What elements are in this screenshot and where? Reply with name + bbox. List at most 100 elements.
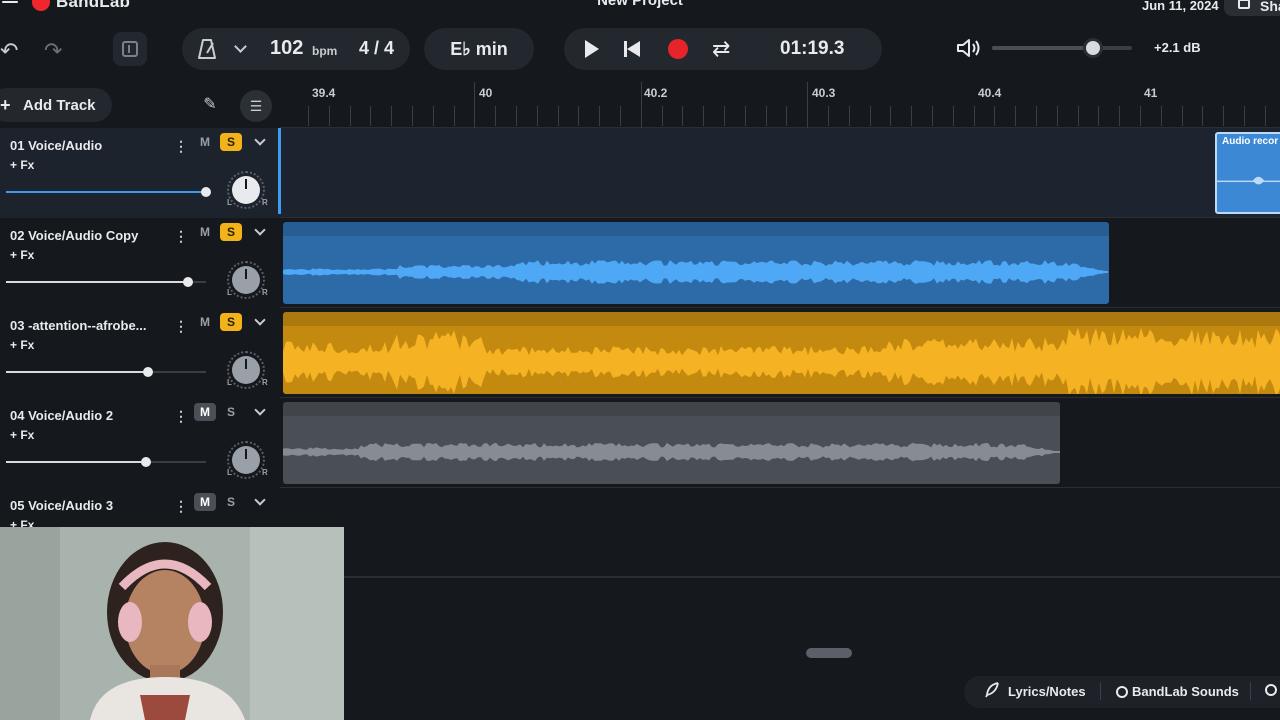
solo-button[interactable]: S (220, 133, 242, 151)
master-volume-thumb[interactable] (1082, 38, 1103, 58)
time-display: 01:19.3 (780, 38, 845, 59)
solo-button[interactable]: S (220, 313, 242, 331)
track-expand-chevron-icon[interactable] (254, 494, 266, 506)
track-expand-chevron-icon[interactable] (254, 224, 266, 236)
metronome-chevron-down-icon[interactable] (234, 40, 247, 53)
track-name[interactable]: 04 Voice/Audio 2 (10, 408, 168, 423)
project-date: Jun 11, 2024 (1142, 0, 1219, 13)
track-options-icon[interactable]: ⋮ (174, 498, 188, 515)
track-volume-slider[interactable] (6, 187, 211, 197)
bandlab-sounds-button[interactable]: BandLab Sounds (1132, 684, 1239, 699)
bpm-value[interactable]: 102 (270, 37, 303, 60)
ruler-tick (1202, 106, 1203, 126)
share-button[interactable]: Share (1224, 0, 1280, 16)
record-button[interactable] (668, 39, 688, 59)
track-expand-chevron-icon[interactable] (254, 314, 266, 326)
play-icon[interactable] (585, 40, 599, 58)
search-icon[interactable] (1265, 684, 1277, 696)
track-lane[interactable] (280, 398, 1280, 488)
mute-button[interactable]: M (194, 313, 216, 331)
mute-button[interactable]: M (194, 133, 216, 151)
track-volume-thumb[interactable] (143, 367, 153, 377)
mixer-icon[interactable]: ☰ (240, 90, 272, 122)
track-name[interactable]: 01 Voice/Audio (10, 138, 168, 153)
view-toggle-button[interactable] (113, 32, 147, 66)
solo-button[interactable]: S (220, 403, 242, 421)
solo-button[interactable]: S (220, 493, 242, 511)
track-volume-thumb[interactable] (201, 187, 211, 197)
track-name[interactable]: 03 -attention--afrobe... (10, 318, 168, 333)
solo-button[interactable]: S (220, 223, 242, 241)
horizontal-scrollbar[interactable] (806, 648, 852, 658)
key-selector[interactable]: E♭ min (424, 28, 534, 70)
pan-left-label: L (227, 288, 232, 297)
track-name[interactable]: 05 Voice/Audio 3 (10, 498, 168, 513)
automation-icon[interactable]: ✎ (196, 91, 224, 119)
project-title[interactable]: New Project (0, 0, 1280, 9)
track-options-icon[interactable]: ⋮ (174, 408, 188, 425)
track-header[interactable]: 04 Voice/Audio 2 ⋮ M S + Fx L R (0, 398, 280, 488)
timeline-ruler[interactable]: 39.4 40 40.2 40.3 40.4 41 (280, 82, 1280, 128)
ruler-tick (786, 106, 787, 126)
track-volume-slider[interactable] (6, 367, 206, 377)
ruler-label: 40.4 (978, 86, 1002, 100)
redo-icon[interactable]: ↷ (44, 38, 62, 64)
ruler-tick (807, 82, 808, 128)
track-volume-slider[interactable] (6, 457, 206, 467)
ruler-tick (433, 106, 434, 126)
track-header[interactable]: 02 Voice/Audio Copy ⋮ M S + Fx L R (0, 218, 280, 308)
pan-knob[interactable] (232, 446, 260, 474)
lyrics-notes-button[interactable]: Lyrics/Notes (1008, 684, 1086, 699)
pan-knob[interactable] (232, 356, 260, 384)
track-lane[interactable] (280, 218, 1280, 308)
metronome-icon[interactable] (198, 39, 216, 59)
track-header[interactable]: 05 Voice/Audio 3 ⋮ M S + Fx (0, 488, 280, 532)
track-volume-thumb[interactable] (141, 457, 151, 467)
pan-knob[interactable] (232, 266, 260, 294)
mute-button[interactable]: M (194, 493, 216, 511)
pan-knob[interactable] (232, 176, 260, 204)
track-volume-slider[interactable] (6, 277, 206, 287)
track-options-icon[interactable]: ⋮ (174, 318, 188, 335)
ruler-tick (1223, 106, 1224, 126)
add-fx-button[interactable]: + Fx (10, 338, 34, 352)
track-expand-chevron-icon[interactable] (254, 404, 266, 416)
feather-pen-icon (985, 682, 999, 698)
add-fx-button[interactable]: + Fx (10, 158, 34, 172)
pan-left-label: L (227, 198, 232, 207)
add-fx-button[interactable]: + Fx (10, 428, 34, 442)
track-name[interactable]: 02 Voice/Audio Copy (10, 228, 168, 243)
ruler-tick (849, 106, 850, 126)
ruler-tick (1036, 106, 1037, 126)
ruler-tick (932, 106, 933, 126)
track-lane[interactable] (280, 308, 1280, 398)
track-expand-chevron-icon[interactable] (254, 134, 266, 146)
time-signature[interactable]: 4 / 4 (359, 38, 394, 59)
master-volume-slider[interactable] (992, 38, 1132, 58)
mute-button[interactable]: M (194, 223, 216, 241)
track-header[interactable]: 01 Voice/Audio ⋮ M S + Fx L R (0, 128, 280, 218)
ruler-tick (578, 106, 579, 126)
track-options-icon[interactable]: ⋮ (174, 138, 188, 155)
track-lane[interactable]: Audio recor (280, 128, 1280, 218)
track-header[interactable]: 03 -attention--afrobe... ⋮ M S + Fx L R (0, 308, 280, 398)
pan-right-label: R (262, 288, 268, 297)
undo-icon[interactable]: ↶ (0, 38, 18, 64)
playhead[interactable] (278, 128, 281, 214)
timeline-empty-area[interactable] (280, 576, 1280, 662)
add-fx-button[interactable]: + Fx (10, 248, 34, 262)
audio-region[interactable] (283, 312, 1280, 394)
track-volume-fill (6, 281, 188, 283)
skip-to-start-icon[interactable] (624, 41, 642, 57)
pan-right-label: R (262, 198, 268, 207)
audio-region[interactable] (283, 222, 1109, 304)
track-volume-thumb[interactable] (183, 277, 193, 287)
track-lane[interactable] (280, 488, 1280, 578)
loop-icon[interactable]: ⇄ (712, 36, 730, 62)
audio-region[interactable]: Audio recor (1215, 132, 1280, 214)
mute-button[interactable]: M (194, 403, 216, 421)
add-track-button[interactable]: + Add Track (0, 88, 112, 122)
track-options-icon[interactable]: ⋮ (174, 228, 188, 245)
speaker-icon[interactable] (956, 38, 980, 58)
audio-region[interactable] (283, 402, 1060, 484)
